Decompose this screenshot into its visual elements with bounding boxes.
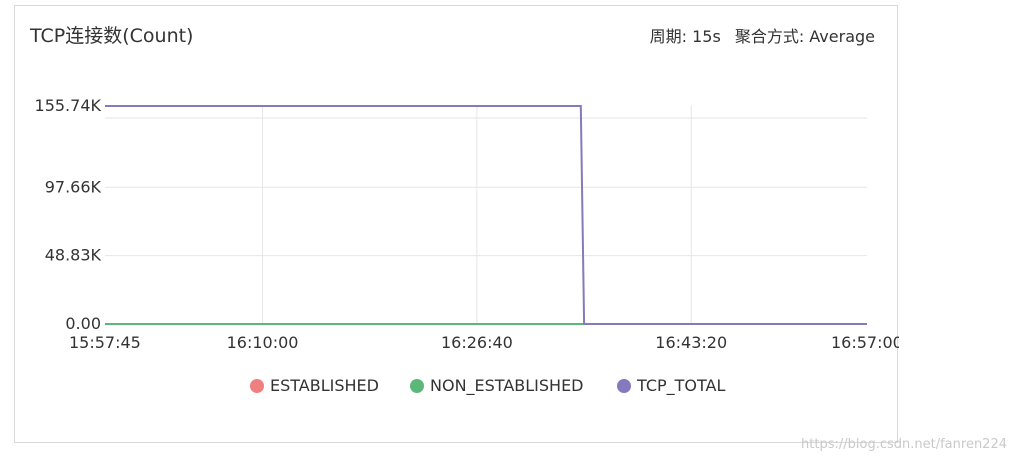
x-tick-label: 16:26:40 [441, 333, 513, 352]
x-tick-label: 15:57:45 [69, 333, 141, 352]
legend-label-non-established: NON_ESTABLISHED [430, 376, 584, 395]
x-tick-label: 16:10:00 [227, 333, 299, 352]
legend-label-tcp-total: TCP_TOTAL [637, 376, 726, 395]
line-chart: 0.00 48.83K 97.66K 155.74K 15:57:45 16:10:00 1… [35, 96, 899, 352]
tcp-total-line [105, 105, 867, 325]
y-tick-label: 97.66K [45, 177, 102, 196]
legend: ESTABLISHED NON_ESTABLISHED TCP_TOTAL [15, 376, 897, 400]
legend-item-non-established[interactable]: NON_ESTABLISHED [410, 376, 584, 395]
watermark: https://blog.csdn.net/fanren224 [801, 437, 1007, 452]
x-tick-label: 16:43:20 [655, 333, 727, 352]
chart-card: TCP连接数(Count) 周期: 15s 聚合方式: Average 0.00 4… [14, 5, 899, 443]
non-established-dot-icon [410, 378, 424, 393]
legend-item-tcp-total[interactable]: TCP_TOTAL [617, 376, 725, 395]
established-dot-icon [250, 378, 264, 393]
x-tick-label: 16:57:00 [831, 333, 899, 352]
legend-item-established[interactable]: ESTABLISHED [250, 376, 379, 395]
y-tick-label: 155.74K [35, 96, 102, 115]
y-tick-label: 48.83K [45, 246, 102, 265]
legend-label-established: ESTABLISHED [270, 376, 379, 395]
tcp-total-dot-icon [617, 378, 631, 393]
y-tick-label: 0.00 [65, 314, 101, 333]
